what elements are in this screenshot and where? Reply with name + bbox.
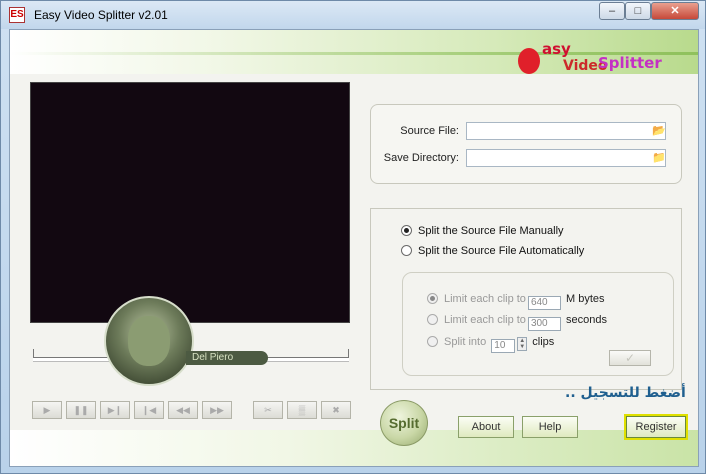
rewind-button[interactable]: ◀◀ bbox=[168, 401, 198, 419]
cut-clip-button[interactable]: ✂ bbox=[253, 401, 283, 419]
app-icon: ES bbox=[9, 7, 25, 23]
maximize-button[interactable]: □ bbox=[625, 2, 651, 20]
close-button[interactable]: ✕ bbox=[651, 2, 699, 20]
main-panel: asy Video Splitter Del Piero ▶ ❚❚ ▶❙ ❙◀ … bbox=[9, 29, 699, 467]
limit-size-option[interactable]: Limit each clip to 640 M bytes bbox=[427, 293, 605, 310]
pause-button[interactable]: ❚❚ bbox=[66, 401, 96, 419]
avatar-caption: Del Piero bbox=[186, 351, 268, 365]
manual-split-option[interactable]: Split the Source File Manually bbox=[401, 225, 564, 241]
auto-split-option[interactable]: Split the Source File Automatically bbox=[401, 245, 584, 261]
step-forward-button[interactable]: ▶❙ bbox=[100, 401, 130, 419]
step-back-button[interactable]: ❙◀ bbox=[134, 401, 164, 419]
limit-size-radio[interactable] bbox=[427, 293, 438, 304]
limit-time-radio[interactable] bbox=[427, 314, 438, 325]
manual-radio-label: Split the Source File Manually bbox=[418, 225, 564, 237]
split-into-spinner[interactable]: ▲ ▼ bbox=[517, 337, 528, 351]
auto-radio-label: Split the Source File Automatically bbox=[418, 245, 585, 257]
app-window: ES Easy Video Splitter v2.01 – □ ✕ asy V… bbox=[0, 0, 706, 474]
limit-size-input[interactable]: 640 bbox=[527, 296, 561, 310]
register-button[interactable]: Register bbox=[624, 414, 688, 440]
app-logo: asy Video Splitter bbox=[518, 36, 668, 88]
slider-end-tick bbox=[348, 349, 349, 357]
apple-logo-icon bbox=[518, 48, 540, 74]
footer-banner bbox=[10, 430, 698, 466]
limit-size-label: Limit each clip to bbox=[444, 293, 526, 305]
limit-size-unit: M bytes bbox=[566, 293, 605, 305]
file-panel: Source File: 📂 Save Directory: 📁 bbox=[370, 104, 682, 184]
limit-time-option[interactable]: Limit each clip to 300 seconds bbox=[427, 314, 607, 331]
register-hint: أضغط للتسجيل .. bbox=[565, 385, 686, 401]
browse-file-icon[interactable]: 📂 bbox=[651, 124, 667, 138]
minimize-button[interactable]: – bbox=[599, 2, 625, 20]
split-into-unit: clips bbox=[532, 336, 555, 348]
save-directory-label: Save Directory: bbox=[383, 152, 459, 164]
about-button[interactable]: About bbox=[458, 416, 514, 438]
split-into-option[interactable]: Split into 10 ▲ ▼ clips bbox=[427, 336, 555, 353]
source-file-input[interactable] bbox=[466, 122, 666, 140]
limit-time-unit: seconds bbox=[566, 314, 607, 326]
split-button[interactable]: Split bbox=[380, 400, 428, 446]
save-directory-input[interactable] bbox=[466, 149, 666, 167]
slider-start-tick bbox=[33, 349, 34, 357]
auto-options-panel: Limit each clip to 640 M bytes Limit each… bbox=[402, 272, 674, 376]
limit-time-input[interactable]: 300 bbox=[527, 317, 561, 331]
video-preview bbox=[30, 82, 350, 323]
delete-clip-button[interactable]: ✖ bbox=[321, 401, 351, 419]
confirm-button[interactable]: ✓ bbox=[609, 350, 651, 366]
limit-time-label: Limit each clip to bbox=[444, 314, 526, 326]
logo-word-easy: asy bbox=[542, 40, 571, 58]
browse-folder-icon[interactable]: 📁 bbox=[651, 151, 667, 165]
window-title: Easy Video Splitter v2.01 bbox=[34, 8, 168, 22]
split-into-radio[interactable] bbox=[427, 336, 438, 347]
fast-forward-button[interactable]: ▶▶ bbox=[202, 401, 232, 419]
manual-radio[interactable] bbox=[401, 225, 412, 236]
source-file-label: Source File: bbox=[400, 125, 459, 137]
play-button[interactable]: ▶ bbox=[32, 401, 62, 419]
avatar-watermark bbox=[104, 296, 194, 386]
avatar-face bbox=[128, 316, 170, 366]
split-into-input[interactable]: 10 bbox=[491, 339, 516, 353]
logo-word-splitter: Splitter bbox=[598, 54, 662, 72]
title-bar[interactable]: ES Easy Video Splitter v2.01 – □ ✕ bbox=[1, 1, 705, 29]
film-clip-button[interactable]: ▒ bbox=[287, 401, 317, 419]
split-into-label: Split into bbox=[444, 336, 487, 348]
help-button[interactable]: Help bbox=[522, 416, 578, 438]
auto-radio[interactable] bbox=[401, 245, 412, 256]
